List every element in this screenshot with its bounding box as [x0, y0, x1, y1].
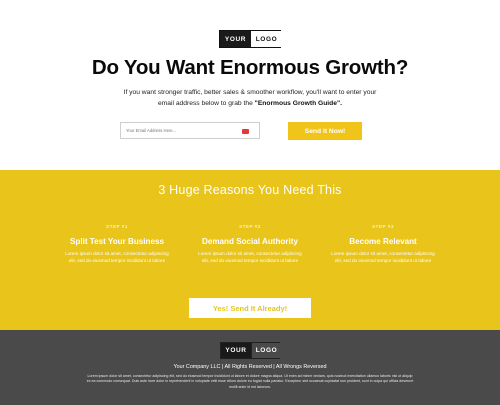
footer-disclaimer: Lorem ipsum dolor sit amet, consectetur …: [86, 374, 414, 389]
email-input[interactable]: Your Email Address Here...: [120, 122, 260, 139]
reason-item-2: STEP #2 Demand Social Authority Lorem ip…: [190, 224, 310, 265]
reason-title: Demand Social Authority: [202, 237, 298, 246]
reason-description: Lorem ipsum dolor sit amet, consectetur …: [65, 251, 169, 263]
send-it-already-button[interactable]: Yes! Send It Already!: [189, 298, 311, 318]
reasons-section: 3 Huge Reasons You Need This STEP #1 Spl…: [0, 170, 500, 330]
footer: YOUR LOGO Your Company LLC | All Rights …: [0, 330, 500, 405]
hero-subheading-line2-prefix: email address below to grab the: [158, 99, 255, 107]
email-placeholder: Your Email Address Here...: [126, 128, 177, 133]
footer-logo[interactable]: YOUR LOGO: [220, 342, 281, 359]
reason-description: Lorem ipsum dolor sit amet, consectetur …: [331, 251, 435, 263]
hero-subheading-line1: If you want stronger traffic, better sal…: [123, 89, 377, 96]
reason-item-1: STEP #1 Split Test Your Business Lorem i…: [57, 224, 177, 265]
autofill-icon[interactable]: [242, 129, 249, 134]
hero-subheading-line2: email address below to grab the "Enormou…: [80, 99, 420, 110]
page-headline: Do You Want Enormous Growth?: [91, 56, 409, 79]
logo-right-text: LOGO: [251, 343, 281, 358]
reason-step: STEP #2: [239, 224, 261, 229]
logo-left-text: YOUR: [220, 31, 251, 47]
reason-description: Lorem ipsum dolor sit amet, consectetur …: [198, 251, 302, 263]
footer-copyright: Your Company LLC | All Rights Reserved |…: [173, 364, 327, 370]
reason-title: Become Relevant: [349, 237, 417, 246]
header-logo[interactable]: YOUR LOGO: [219, 30, 282, 48]
guide-name: "Enormous Growth Guide".: [254, 99, 342, 107]
send-it-now-button[interactable]: Send It Now!: [288, 122, 362, 140]
logo-left-text: YOUR: [221, 343, 251, 358]
reason-item-3: STEP #3 Become Relevant Lorem ipsum dolo…: [323, 224, 443, 265]
logo-right-text: LOGO: [251, 31, 282, 47]
reason-step: STEP #1: [106, 224, 128, 229]
hero-subheading: If you want stronger traffic, better sal…: [80, 88, 420, 109]
reason-title: Split Test Your Business: [70, 237, 164, 246]
reasons-heading: 3 Huge Reasons You Need This: [158, 183, 342, 197]
reason-step: STEP #3: [372, 224, 394, 229]
hero-section: YOUR LOGO Do You Want Enormous Growth? I…: [0, 0, 500, 170]
